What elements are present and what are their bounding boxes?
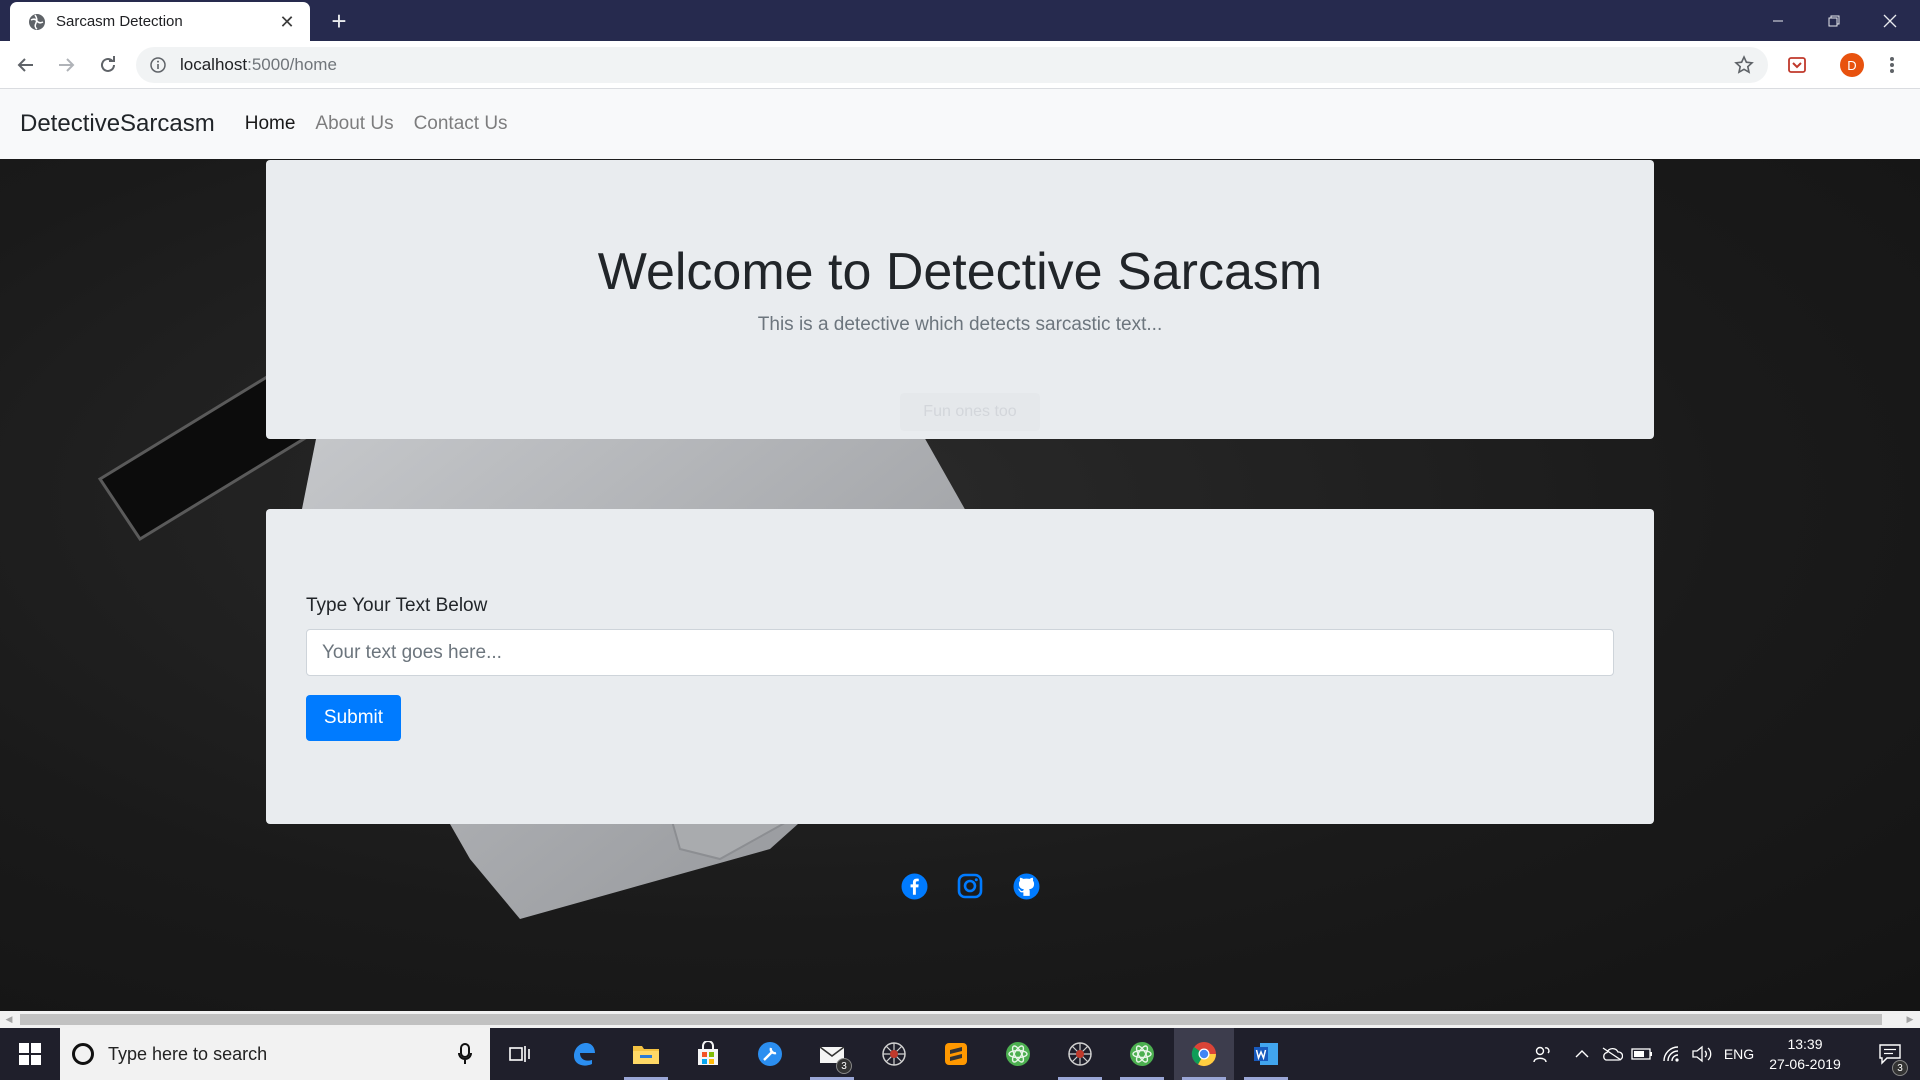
info-icon[interactable]: [148, 55, 168, 75]
action-center-icon[interactable]: 3: [1866, 1028, 1914, 1080]
mail-icon[interactable]: 3: [802, 1028, 862, 1080]
page-title: Welcome to Detective Sarcasm: [597, 243, 1323, 301]
taskbar-search-placeholder: Type here to search: [108, 1043, 268, 1064]
clock-time: 13:39: [1787, 1036, 1823, 1052]
text-input-card: Type Your Text Below Submit: [266, 509, 1654, 824]
menu-dots-icon[interactable]: [1876, 49, 1908, 81]
nav-about-us[interactable]: About Us: [315, 113, 393, 135]
profile-avatar[interactable]: D: [1840, 53, 1864, 77]
scroll-left-arrow-icon[interactable]: ◀: [4, 1014, 14, 1025]
back-button[interactable]: [10, 49, 42, 81]
bookmark-star-icon[interactable]: [1732, 53, 1756, 77]
battery-icon[interactable]: [1628, 1028, 1656, 1080]
text-input-label: Type Your Text Below: [306, 595, 488, 616]
welcome-jumbotron: Welcome to Detective Sarcasm This is a d…: [266, 160, 1654, 439]
faded-button[interactable]: Fun ones too: [900, 393, 1040, 431]
instagram-icon[interactable]: [956, 872, 984, 900]
file-explorer-icon[interactable]: [616, 1028, 676, 1080]
clock-date: 27-06-2019: [1769, 1056, 1841, 1072]
url-host: localhost: [180, 55, 248, 74]
tab-title: Sarcasm Detection: [56, 13, 183, 30]
mail-badge: 3: [836, 1058, 852, 1074]
site-brand[interactable]: DetectiveSarcasm: [20, 110, 215, 138]
atom-editor-icon[interactable]: [988, 1028, 1048, 1080]
close-window-button[interactable]: [1862, 0, 1918, 41]
social-links: [900, 872, 1040, 900]
onedrive-cloud-icon[interactable]: [1598, 1028, 1626, 1080]
tools-app-icon[interactable]: [740, 1028, 800, 1080]
cortana-icon: [72, 1043, 94, 1065]
nav-contact-us[interactable]: Contact Us: [414, 113, 508, 135]
word-icon[interactable]: [1236, 1028, 1296, 1080]
windows-taskbar: Type here to search 3 ENG 13:39 27-06-20…: [0, 1028, 1920, 1080]
task-view-icon[interactable]: [490, 1028, 550, 1080]
spider-app-2-icon[interactable]: [1050, 1028, 1110, 1080]
url-path: :5000/home: [247, 55, 337, 74]
submit-button[interactable]: Submit: [306, 695, 401, 741]
people-icon[interactable]: [1524, 1028, 1560, 1080]
horizontal-scrollbar[interactable]: ◀ ▶: [0, 1011, 1920, 1028]
site-navbar: DetectiveSarcasm Home About Us Contact U…: [0, 89, 1920, 159]
volume-icon[interactable]: [1688, 1028, 1716, 1080]
globe-icon: [28, 13, 46, 31]
browser-toolbar: localhost:5000/home D: [0, 41, 1920, 89]
reload-button[interactable]: [92, 49, 124, 81]
page-viewport: DetectiveSarcasm Home About Us Contact U…: [0, 89, 1920, 1011]
new-tab-button[interactable]: +: [325, 7, 353, 35]
close-tab-icon[interactable]: ✕: [276, 11, 298, 33]
scrollbar-thumb[interactable]: [20, 1014, 1882, 1025]
edge-browser-icon[interactable]: [554, 1028, 614, 1080]
taskbar-clock[interactable]: 13:39 27-06-2019: [1760, 1034, 1850, 1074]
windows-start-button[interactable]: [0, 1028, 60, 1080]
page-subtitle: This is a detective which detects sarcas…: [757, 314, 1163, 335]
github-icon[interactable]: [1012, 872, 1040, 900]
scroll-right-arrow-icon[interactable]: ▶: [1905, 1014, 1915, 1025]
browser-tabstrip: Sarcasm Detection ✕ +: [0, 0, 1920, 41]
restore-button[interactable]: [1806, 0, 1862, 41]
nav-home[interactable]: Home: [245, 113, 296, 135]
browser-tab[interactable]: Sarcasm Detection ✕: [10, 2, 310, 41]
chrome-icon[interactable]: [1174, 1028, 1234, 1080]
minimize-button[interactable]: [1750, 0, 1806, 41]
wifi-icon[interactable]: [1658, 1028, 1686, 1080]
facebook-icon[interactable]: [900, 872, 928, 900]
forward-button[interactable]: [50, 49, 82, 81]
microsoft-store-icon[interactable]: [678, 1028, 738, 1080]
atom-editor-2-icon[interactable]: [1112, 1028, 1172, 1080]
chevron-up-icon[interactable]: [1568, 1028, 1596, 1080]
microphone-icon[interactable]: [450, 1039, 480, 1069]
taskbar-search-box[interactable]: Type here to search: [60, 1028, 490, 1080]
pocket-extension-icon[interactable]: [1781, 49, 1813, 81]
spider-app-icon[interactable]: [864, 1028, 924, 1080]
sarcasm-text-input[interactable]: [306, 629, 1614, 676]
language-indicator[interactable]: ENG: [1718, 1028, 1760, 1080]
sublime-text-icon[interactable]: [926, 1028, 986, 1080]
notification-badge: 3: [1892, 1060, 1908, 1076]
address-bar[interactable]: localhost:5000/home: [136, 47, 1768, 83]
